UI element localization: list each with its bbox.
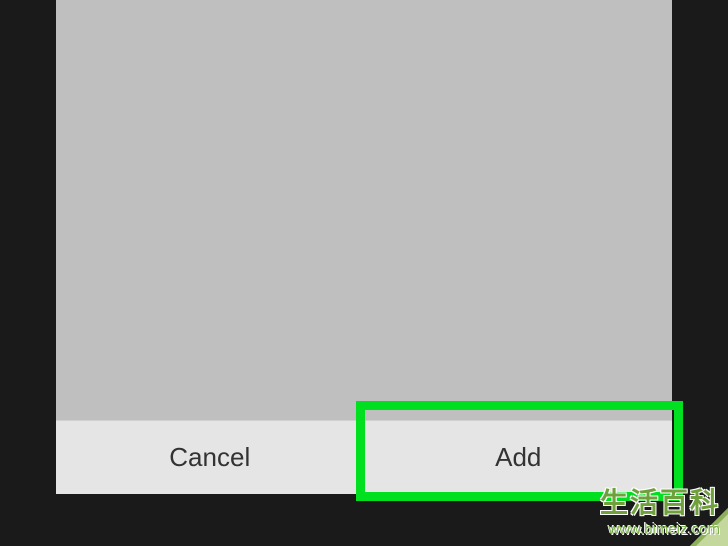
cancel-button[interactable]: Cancel: [56, 421, 364, 494]
cancel-button-label: Cancel: [169, 442, 250, 473]
page-corner-fold-icon: [690, 508, 728, 546]
add-button[interactable]: Add: [364, 421, 673, 494]
dialog-content-area: [56, 0, 672, 420]
dialog: Cancel Add: [56, 0, 672, 494]
add-button-label: Add: [495, 442, 541, 473]
dialog-button-bar: Cancel Add: [56, 420, 672, 494]
